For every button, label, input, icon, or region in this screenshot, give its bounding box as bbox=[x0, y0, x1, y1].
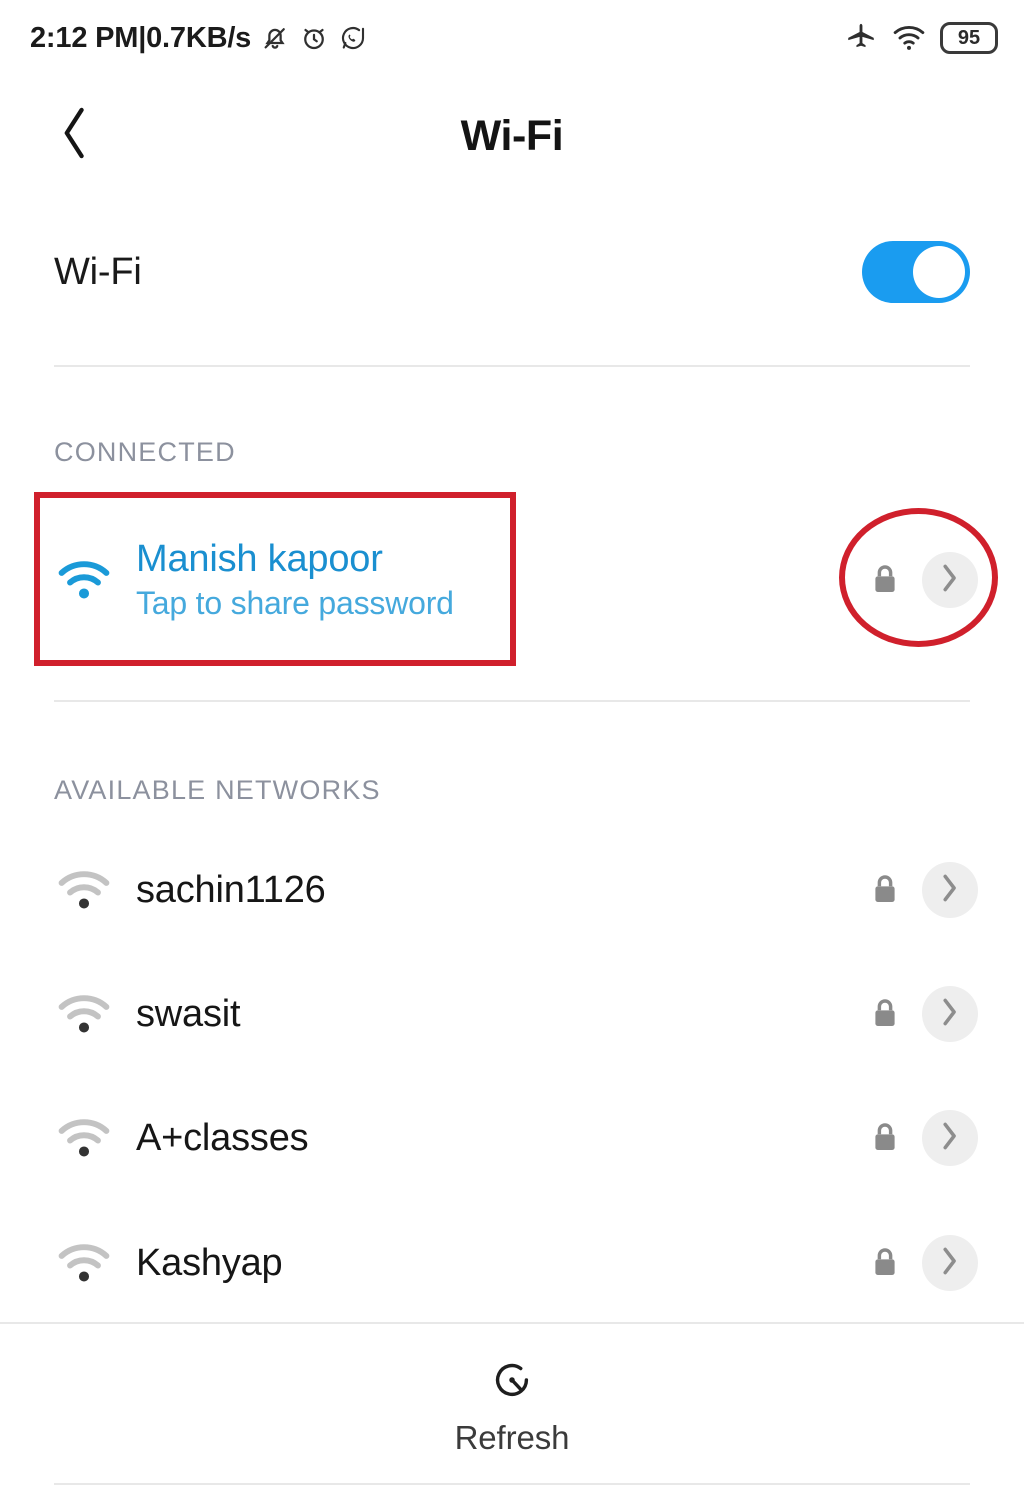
divider-below-connected bbox=[54, 700, 970, 702]
network-details-button[interactable] bbox=[922, 986, 978, 1042]
connected-network-row[interactable]: Manish kapoor Tap to share password bbox=[0, 500, 1024, 660]
connected-network-subtitle: Tap to share password bbox=[136, 585, 454, 622]
app-bar: Wi-Fi bbox=[0, 76, 1024, 196]
wifi-signal-icon bbox=[54, 990, 126, 1038]
connected-network-details-button[interactable] bbox=[922, 552, 978, 608]
status-bar-right: 95 bbox=[844, 21, 998, 55]
page-title: Wi-Fi bbox=[460, 111, 564, 160]
network-actions bbox=[870, 986, 978, 1042]
whatsapp-icon bbox=[338, 22, 368, 54]
lock-icon bbox=[870, 562, 900, 598]
lock-icon bbox=[870, 1120, 900, 1156]
network-name: A+classes bbox=[136, 1116, 309, 1159]
network-details-button[interactable] bbox=[922, 1110, 978, 1166]
lock-icon bbox=[870, 872, 900, 908]
list-item[interactable]: sachin1126 bbox=[0, 842, 1024, 938]
network-text: Kashyap bbox=[126, 1241, 870, 1285]
refresh-label: Refresh bbox=[454, 1418, 570, 1456]
list-item[interactable]: swasit bbox=[0, 966, 1024, 1062]
chevron-right-icon bbox=[940, 1246, 960, 1281]
status-bar-clock-and-speed: 2:12 PM|0.7KB/s bbox=[30, 22, 251, 55]
chevron-right-icon bbox=[940, 997, 960, 1032]
divider-below-wifi-toggle bbox=[54, 365, 970, 367]
mute-bell-icon bbox=[260, 22, 290, 54]
network-text: A+classes bbox=[126, 1116, 870, 1160]
chevron-right-icon bbox=[940, 563, 960, 598]
wifi-signal-icon bbox=[54, 866, 126, 914]
refresh-clock-icon bbox=[488, 1356, 536, 1409]
toggle-knob bbox=[913, 246, 965, 298]
chevron-left-icon bbox=[58, 105, 92, 166]
status-bar-left: 2:12 PM|0.7KB/s bbox=[30, 22, 368, 55]
divider-above-refresh bbox=[0, 1322, 1024, 1324]
lock-icon bbox=[870, 1245, 900, 1281]
network-text: swasit bbox=[126, 992, 870, 1036]
network-actions bbox=[870, 1235, 978, 1291]
status-time: 2:12 PM bbox=[30, 21, 139, 54]
status-network-speed: 0.7KB/s bbox=[146, 21, 252, 54]
battery-indicator: 95 bbox=[940, 22, 998, 54]
airplane-mode-icon bbox=[844, 21, 878, 55]
list-item[interactable]: A+classes bbox=[0, 1090, 1024, 1186]
wifi-master-row[interactable]: Wi-Fi bbox=[0, 196, 1024, 348]
status-bar: 2:12 PM|0.7KB/s 95 bbox=[0, 0, 1024, 76]
network-text: sachin1126 bbox=[126, 868, 870, 912]
section-header-connected: CONNECTED bbox=[54, 437, 236, 467]
wifi-settings-screen: 2:12 PM|0.7KB/s 95 Wi-Fi Wi-Fi CONNECTED… bbox=[0, 0, 1024, 1494]
list-item[interactable]: Kashyap bbox=[0, 1215, 1024, 1311]
chevron-right-icon bbox=[940, 1121, 960, 1156]
lock-icon bbox=[870, 996, 900, 1032]
connected-network-name: Manish kapoor bbox=[136, 538, 383, 581]
connected-network-text: Manish kapoor Tap to share password bbox=[126, 537, 870, 622]
status-separator: | bbox=[138, 21, 147, 54]
wifi-signal-icon bbox=[54, 1114, 126, 1162]
section-header-available-networks: AVAILABLE NETWORKS bbox=[54, 775, 381, 805]
back-button[interactable] bbox=[38, 94, 112, 176]
wifi-master-toggle[interactable] bbox=[862, 241, 970, 303]
wifi-signal-icon bbox=[892, 23, 926, 53]
refresh-button[interactable]: Refresh bbox=[0, 1336, 1024, 1476]
network-actions bbox=[870, 862, 978, 918]
network-details-button[interactable] bbox=[922, 862, 978, 918]
battery-level-label: 95 bbox=[957, 27, 981, 49]
chevron-right-icon bbox=[940, 873, 960, 908]
network-name: swasit bbox=[136, 992, 241, 1035]
network-name: sachin1126 bbox=[136, 868, 326, 911]
network-name: Kashyap bbox=[136, 1241, 283, 1284]
network-actions bbox=[870, 1110, 978, 1166]
wifi-signal-icon bbox=[54, 1239, 126, 1287]
alarm-clock-icon bbox=[299, 22, 329, 54]
wifi-master-label: Wi-Fi bbox=[54, 250, 142, 293]
connected-network-actions bbox=[870, 552, 978, 608]
wifi-signal-icon bbox=[54, 556, 126, 604]
network-details-button[interactable] bbox=[922, 1235, 978, 1291]
divider-bottom bbox=[54, 1483, 970, 1485]
